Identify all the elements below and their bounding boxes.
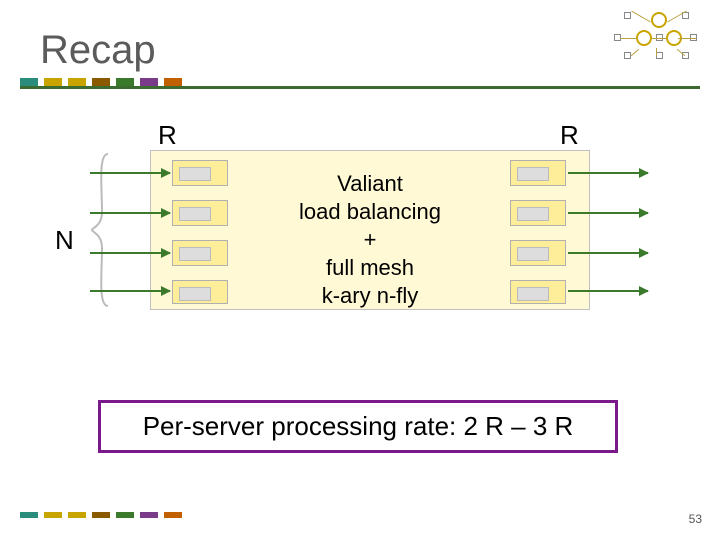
bottom-color-bar xyxy=(20,512,188,518)
page-number: 53 xyxy=(689,512,702,526)
arrow-in-1 xyxy=(90,172,170,174)
arrow-out-4 xyxy=(568,290,648,292)
formula-text: Per-server processing rate: 2 R – 3 R xyxy=(143,411,574,441)
slide: Recap N R R xyxy=(0,0,720,540)
arrow-out-3 xyxy=(568,252,648,254)
server-right-1 xyxy=(510,160,566,186)
caption-l5: k-ary n-fly xyxy=(322,283,419,308)
server-left-3 xyxy=(172,240,228,266)
server-left-2 xyxy=(172,200,228,226)
arrow-out-1 xyxy=(568,172,648,174)
arrow-in-2 xyxy=(90,212,170,214)
label-r-right: R xyxy=(560,120,579,151)
diagram: Valiant load balancing + full mesh k-ary… xyxy=(120,150,620,310)
caption-l2: load balancing xyxy=(299,199,441,224)
title-underline xyxy=(20,86,700,89)
label-n: N xyxy=(55,225,74,256)
server-right-4 xyxy=(510,280,566,304)
server-right-2 xyxy=(510,200,566,226)
server-left-1 xyxy=(172,160,228,186)
label-r-left: R xyxy=(158,120,177,151)
arrow-in-3 xyxy=(90,252,170,254)
top-color-bar xyxy=(20,78,188,86)
server-left-4 xyxy=(172,280,228,304)
corner-network-icon xyxy=(612,12,702,62)
arrow-out-2 xyxy=(568,212,648,214)
arrow-in-4 xyxy=(90,290,170,292)
diagram-caption: Valiant load balancing + full mesh k-ary… xyxy=(245,170,495,310)
brace-icon xyxy=(90,152,112,308)
caption-l1: Valiant xyxy=(337,171,403,196)
caption-l4: full mesh xyxy=(326,255,414,280)
page-title: Recap xyxy=(40,28,156,73)
caption-l3: + xyxy=(364,227,377,252)
formula-box: Per-server processing rate: 2 R – 3 R xyxy=(98,400,618,453)
server-right-3 xyxy=(510,240,566,266)
